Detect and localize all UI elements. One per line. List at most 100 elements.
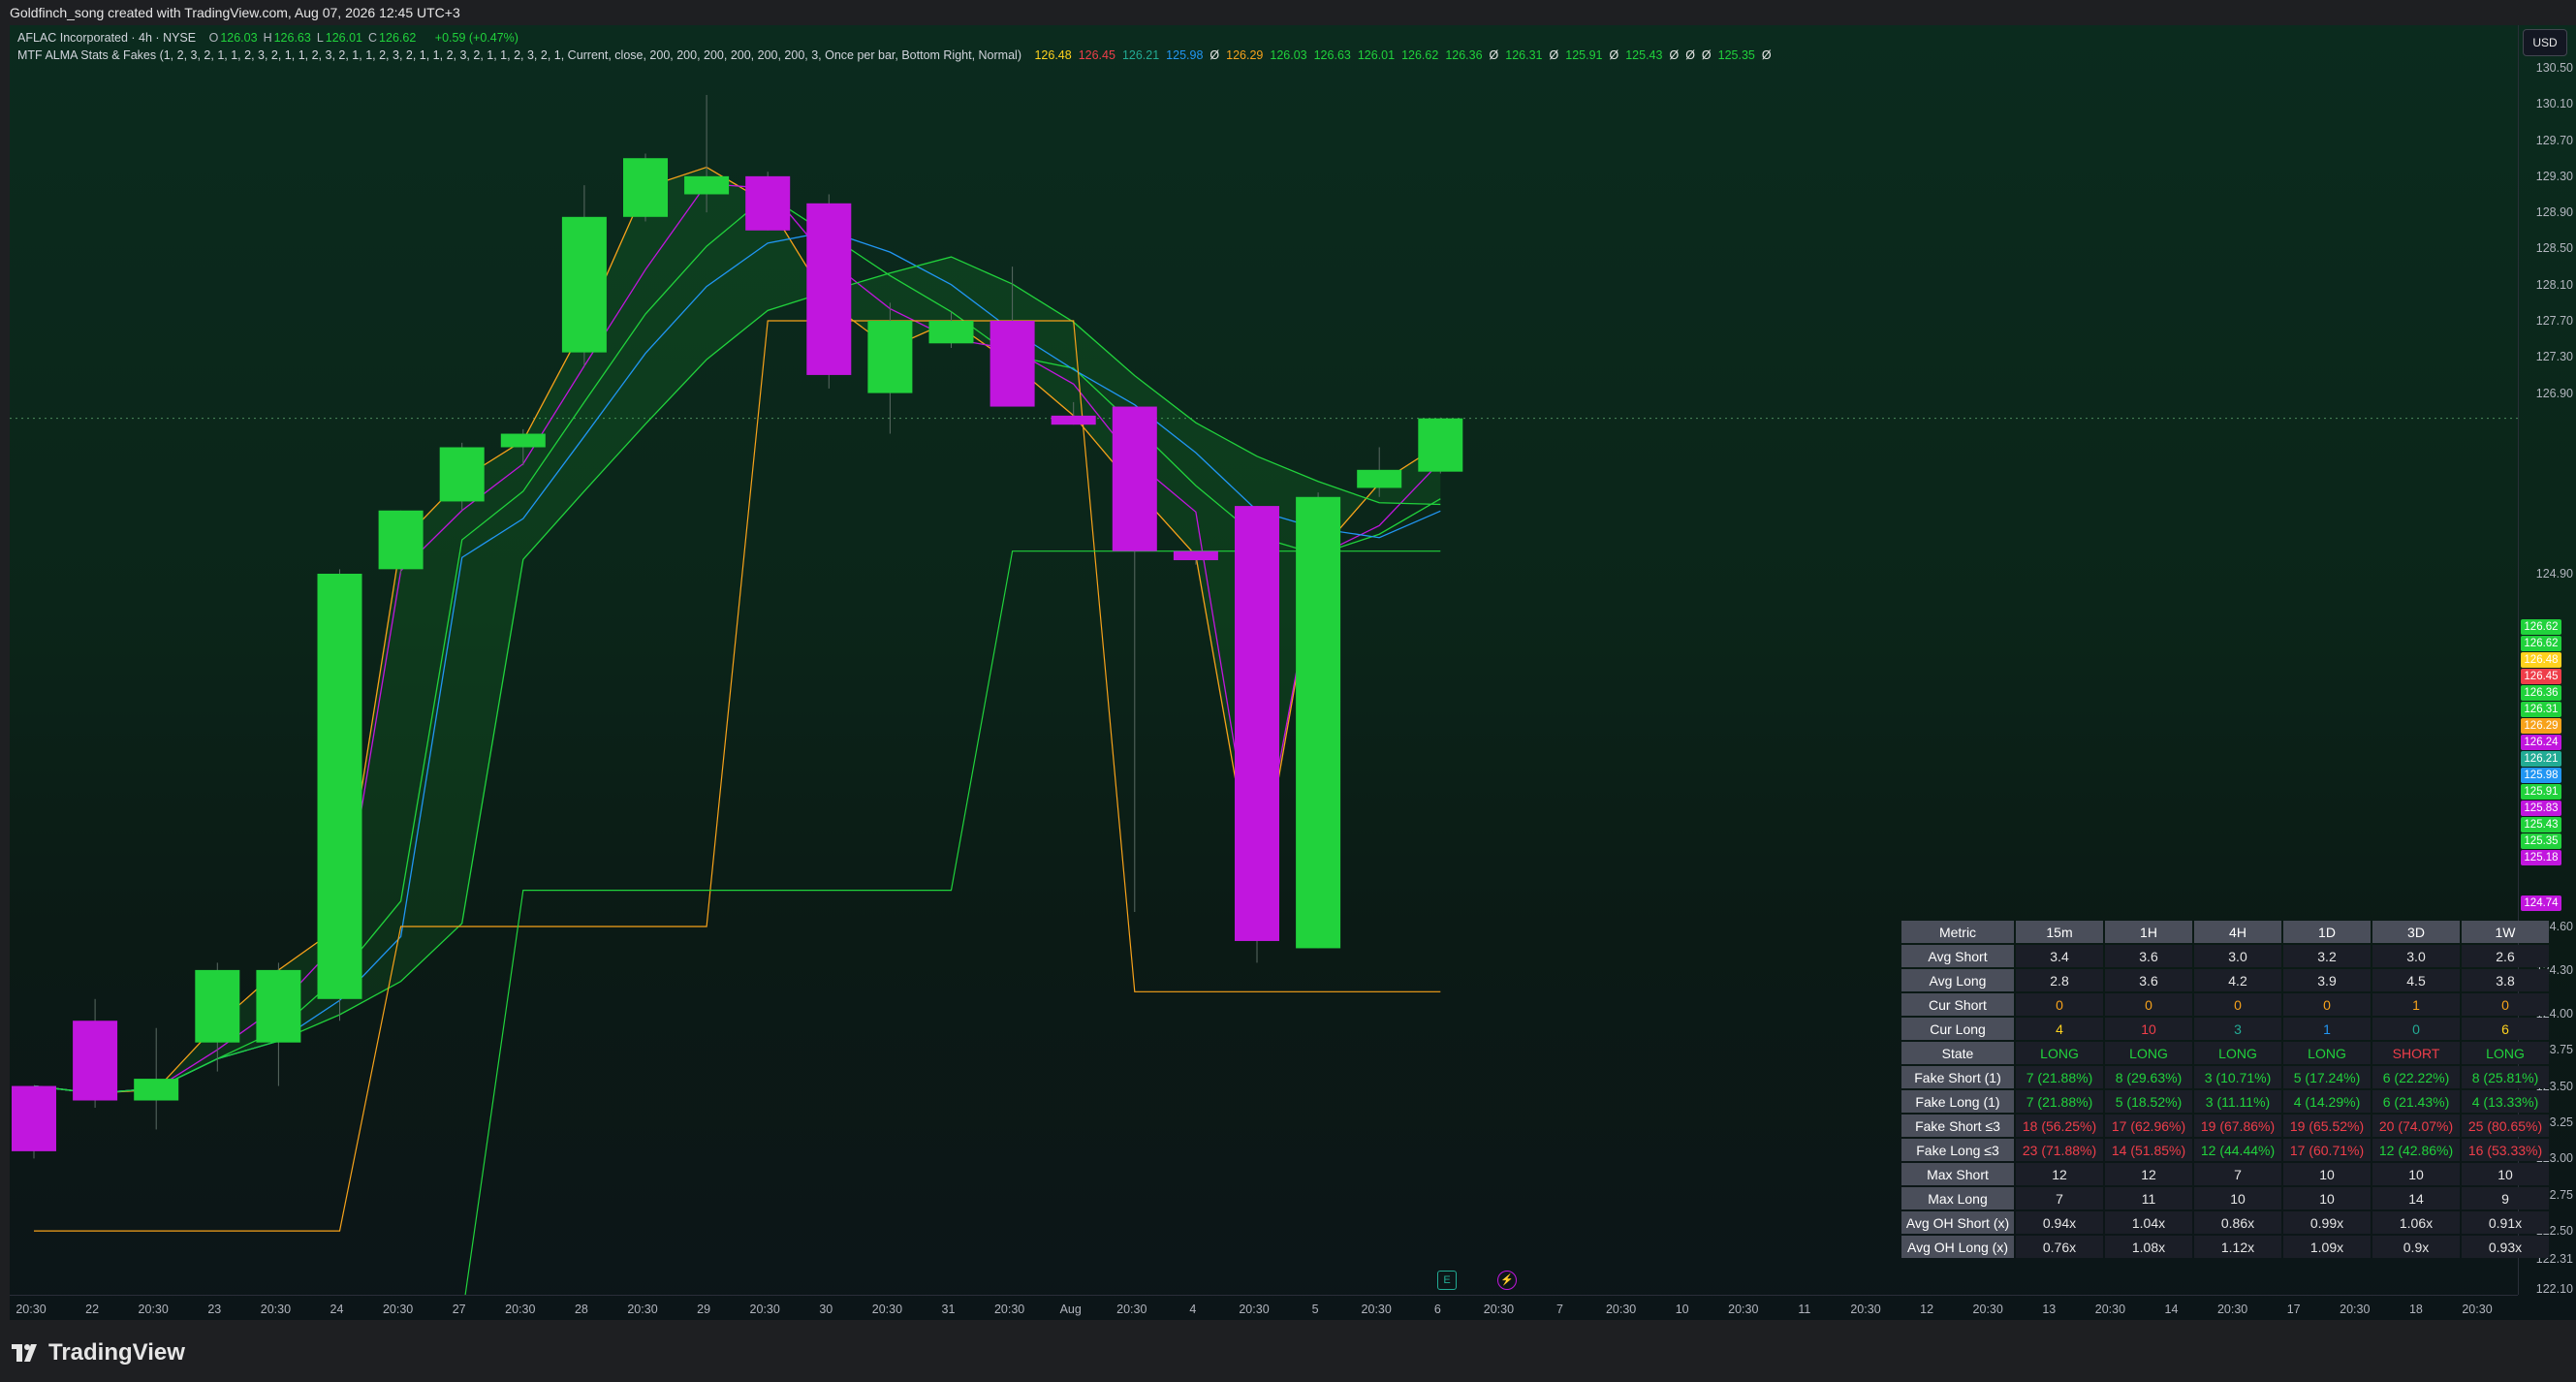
stats-table: Metric 15m 1H 4H 1D 3D 1W Avg Short 3.4 3.6 3.0 3.…	[1900, 919, 2551, 1260]
stats-cell: 0.94x	[2016, 1211, 2103, 1234]
tradingview-logo[interactable]: TradingView	[12, 1339, 185, 1366]
candle-body	[317, 574, 362, 999]
time-tick-label: 20:30	[1972, 1303, 2003, 1316]
price-tick-label: 130.10	[2535, 97, 2573, 111]
stats-cell: 10	[2462, 1163, 2549, 1185]
price-label: 125.18	[2521, 850, 2561, 865]
stats-metric-label: Cur Short	[1901, 993, 2014, 1016]
stats-cell: 0	[2194, 993, 2281, 1016]
stats-cell: 0	[2462, 993, 2549, 1016]
indicator-legend[interactable]: MTF ALMA Stats & Fakes (1, 2, 3, 2, 1, 1…	[17, 48, 1788, 62]
time-tick-label: 20:30	[1728, 1303, 1759, 1316]
price-tick-label: 129.70	[2535, 133, 2573, 147]
stats-cell: LONG	[2016, 1042, 2103, 1064]
time-tick-label: 7	[1556, 1303, 1563, 1316]
symbol-name[interactable]: AFLAC Incorporated · 4h · NYSE	[17, 31, 196, 45]
stats-cell: 4.5	[2372, 969, 2460, 991]
stats-cell: 16 (53.33%)	[2462, 1139, 2549, 1161]
time-tick-label: 20:30	[2462, 1303, 2493, 1316]
time-tick-label: 29	[697, 1303, 711, 1316]
time-tick-label: 28	[574, 1303, 588, 1316]
stats-cell: 6 (22.22%)	[2372, 1066, 2460, 1088]
time-tick-label: 24	[330, 1303, 344, 1316]
time-tick-label: 27	[452, 1303, 466, 1316]
price-label: 126.62	[2521, 636, 2561, 651]
chart-area[interactable]: AFLAC Incorporated · 4h · NYSE O 126.03 H 1…	[10, 25, 2576, 1320]
stats-cell: 3.6	[2105, 969, 2192, 991]
stats-metric-label: Cur Long	[1901, 1018, 2014, 1040]
stats-cell: 0.76x	[2016, 1236, 2103, 1258]
candle-body	[73, 1021, 118, 1101]
price-label: 126.62	[2521, 619, 2561, 635]
ohlc-value: 126.03	[220, 31, 258, 45]
indicator-value: Ø	[1761, 48, 1772, 62]
stats-cell: 12	[2016, 1163, 2103, 1185]
stats-metric-label: Fake Long ≤3	[1901, 1139, 2014, 1161]
price-tick-label: 124.90	[2535, 567, 2573, 581]
stats-cell: 1.12x	[2194, 1236, 2281, 1258]
time-tick-label: 20:30	[2216, 1303, 2248, 1316]
footer: TradingView	[0, 1320, 2576, 1382]
ma-band-fill	[34, 167, 1441, 1094]
indicator-name[interactable]: MTF ALMA Stats & Fakes (1, 2, 3, 2, 1, 1…	[17, 48, 1021, 62]
indicator-value: Ø	[1685, 48, 1695, 62]
price-tick-label: 126.90	[2535, 386, 2573, 400]
price-label: 126.48	[2521, 652, 2561, 668]
time-tick-label: 20:30	[2340, 1303, 2371, 1316]
price-tick-label: 127.70	[2535, 314, 2573, 328]
indicator-value: 125.43	[1625, 48, 1663, 62]
stats-cell: 3.2	[2283, 945, 2371, 967]
price-label: 126.36	[2521, 685, 2561, 701]
time-tick-label: Aug	[1059, 1303, 1082, 1316]
time-tick-label: 20:30	[16, 1303, 47, 1316]
stats-row: Max Long 7 11 10 10 14 9	[1901, 1187, 2549, 1209]
indicator-value: 126.48	[1034, 48, 1072, 62]
stats-cell: 1.08x	[2105, 1236, 2192, 1258]
indicator-value: 126.62	[1401, 48, 1439, 62]
stats-cell: SHORT	[2372, 1042, 2460, 1064]
time-tick-label: 23	[207, 1303, 222, 1316]
stats-row: Fake Long ≤3 23 (71.88%) 14 (51.85%) 12 (44…	[1901, 1139, 2549, 1161]
time-tick-label: 13	[2042, 1303, 2057, 1316]
earnings-icon[interactable]: E	[1437, 1271, 1457, 1290]
stats-cell: 3	[2194, 1018, 2281, 1040]
candle-body	[1173, 550, 1218, 561]
time-tick-label: 17	[2286, 1303, 2301, 1316]
price-label: 125.91	[2521, 784, 2561, 800]
price-tick-label: 128.50	[2535, 241, 2573, 256]
price-label: 126.21	[2521, 751, 2561, 767]
stats-row: Avg Long 2.8 3.6 4.2 3.9 4.5 3.8	[1901, 969, 2549, 991]
dividends-icon[interactable]: ⚡	[1497, 1271, 1517, 1290]
stats-cell: 19 (67.86%)	[2194, 1115, 2281, 1137]
tradingview-logo-text: TradingView	[48, 1339, 185, 1366]
stats-cell: 25 (80.65%)	[2462, 1115, 2549, 1137]
indicator-value: Ø	[1669, 48, 1680, 62]
stats-cell: 1	[2372, 993, 2460, 1016]
stats-cell: 3 (11.11%)	[2194, 1090, 2281, 1113]
stats-row: Cur Short 0 0 0 0 1 0	[1901, 993, 2549, 1016]
indicator-value: 126.21	[1121, 48, 1160, 62]
currency-button[interactable]: USD	[2523, 29, 2567, 56]
price-label: 125.35	[2521, 833, 2561, 849]
symbol-legend[interactable]: AFLAC Incorporated · 4h · NYSE O 126.03 H 1…	[17, 31, 528, 45]
time-tick-label: 20:30	[260, 1303, 292, 1316]
candle-body	[378, 510, 424, 570]
stats-cell: 14 (51.85%)	[2105, 1139, 2192, 1161]
indicator-value: 126.36	[1445, 48, 1483, 62]
candle-body	[500, 433, 546, 448]
time-axis[interactable]: 20:30 22 20:30 23 20:30 24 20:30 27 20:30 28 20:30…	[10, 1295, 2518, 1320]
stats-row: Avg OH Long (x) 0.76x 1.08x 1.12x 1.09x 0.9x 0…	[1901, 1236, 2549, 1258]
indicator-value: 126.63	[1313, 48, 1351, 62]
time-tick-label: 20:30	[1605, 1303, 1637, 1316]
stats-row: Fake Short ≤3 18 (56.25%) 17 (62.96%) 19 (6…	[1901, 1115, 2549, 1137]
stats-cell: 12	[2105, 1163, 2192, 1185]
price-label: 125.43	[2521, 817, 2561, 832]
indicator-value: 126.03	[1270, 48, 1307, 62]
stats-cell: 10	[2194, 1187, 2281, 1209]
time-tick-label: 6	[1433, 1303, 1441, 1316]
candle-body	[195, 969, 240, 1043]
stats-cell: 1.09x	[2283, 1236, 2371, 1258]
candle-body	[928, 321, 974, 344]
stats-cell: 10	[2105, 1018, 2192, 1040]
indicator-value: 125.91	[1565, 48, 1603, 62]
